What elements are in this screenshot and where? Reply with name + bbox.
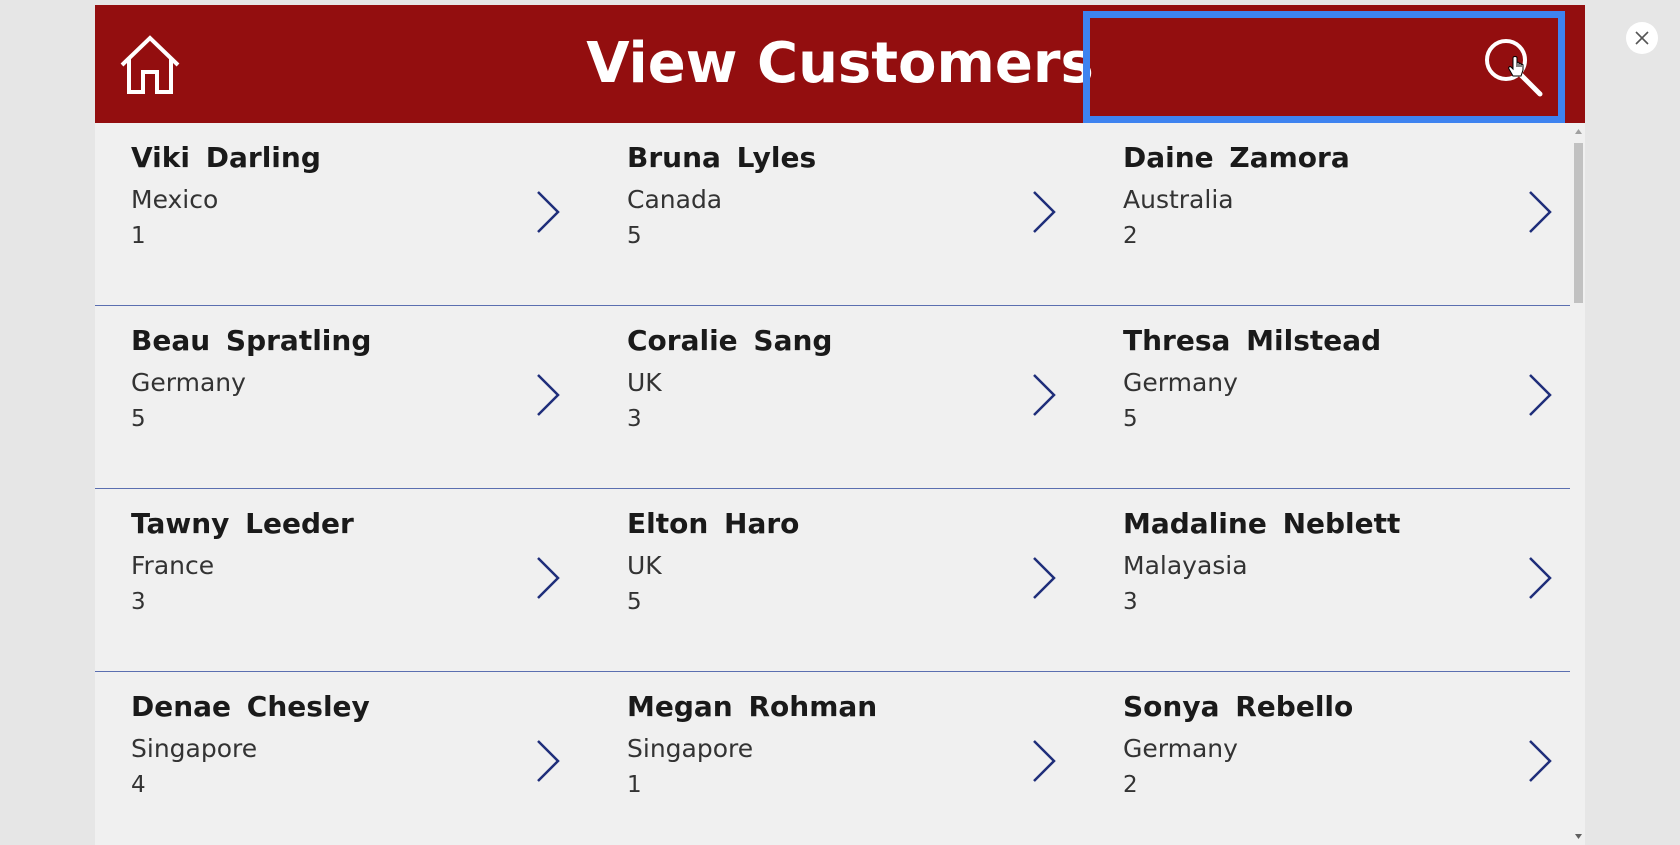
chevron-right-icon[interactable] [535, 372, 561, 418]
customer-card[interactable]: Daine Zamora Australia 2 [1087, 123, 1583, 306]
customer-country: Germany [131, 368, 246, 397]
customer-card[interactable]: Denae Chesley Singapore 4 [95, 672, 591, 845]
customer-name: Bruna Lyles [627, 141, 817, 174]
customer-country: France [131, 551, 215, 580]
gallery-row: Beau Spratling Germany 5 Coralie Sang UK… [95, 306, 1570, 489]
scroll-down-arrow-icon[interactable] [1574, 832, 1583, 841]
customer-count: 1 [131, 223, 146, 249]
home-button[interactable] [117, 32, 183, 98]
customer-gallery[interactable]: Viki Darling Mexico 1 Bruna Lyles Canada… [95, 123, 1570, 845]
customer-country: UK [627, 551, 662, 580]
customer-count: 5 [627, 223, 642, 249]
customer-count: 4 [131, 772, 146, 798]
customer-country: Australia [1123, 185, 1234, 214]
header-bar: View Customers [95, 5, 1585, 123]
customer-count: 3 [1123, 589, 1138, 615]
customer-card[interactable]: Sonya Rebello Germany 2 [1087, 672, 1583, 845]
customer-name: Beau Spratling [131, 324, 372, 357]
customer-count: 1 [627, 772, 642, 798]
customer-card[interactable]: Madaline Neblett Malayasia 3 [1087, 489, 1583, 672]
gallery-scrollbar[interactable] [1572, 123, 1585, 845]
close-icon [1635, 31, 1649, 45]
gallery-row: Tawny Leeder France 3 Elton Haro UK 5 Ma… [95, 489, 1570, 672]
chevron-right-icon[interactable] [1527, 555, 1553, 601]
customer-count: 2 [1123, 772, 1138, 798]
customer-card[interactable]: Viki Darling Mexico 1 [95, 123, 591, 306]
home-icon [120, 35, 180, 94]
customer-name: Sonya Rebello [1123, 690, 1354, 723]
customer-count: 5 [1123, 406, 1138, 432]
customer-name: Thresa Milstead [1123, 324, 1382, 357]
chevron-right-icon[interactable] [535, 555, 561, 601]
customer-name: Coralie Sang [627, 324, 833, 357]
customer-card[interactable]: Coralie Sang UK 3 [591, 306, 1087, 489]
app-window: View Customers Viki Darling Mexico 1 Bru… [95, 5, 1585, 845]
customer-country: Germany [1123, 734, 1238, 763]
scroll-up-arrow-icon[interactable] [1574, 127, 1583, 136]
customer-count: 2 [1123, 223, 1138, 249]
hand-cursor-icon [1507, 56, 1525, 80]
customer-name: Tawny Leeder [131, 507, 354, 540]
chevron-right-icon[interactable] [535, 738, 561, 784]
customer-card[interactable]: Tawny Leeder France 3 [95, 489, 591, 672]
chevron-right-icon[interactable] [535, 189, 561, 235]
customer-name: Daine Zamora [1123, 141, 1350, 174]
customer-country: Singapore [627, 734, 754, 763]
scrollbar-thumb[interactable] [1574, 143, 1583, 303]
customer-name: Elton Haro [627, 507, 800, 540]
customer-card[interactable]: Bruna Lyles Canada 5 [591, 123, 1087, 306]
customer-card[interactable]: Elton Haro UK 5 [591, 489, 1087, 672]
close-button[interactable] [1626, 22, 1658, 54]
customer-country: UK [627, 368, 662, 397]
customer-card[interactable]: Megan Rohman Singapore 1 [591, 672, 1087, 845]
customer-card[interactable]: Thresa Milstead Germany 5 [1087, 306, 1583, 489]
customer-country: Canada [627, 185, 723, 214]
chevron-right-icon[interactable] [1527, 189, 1553, 235]
customer-name: Denae Chesley [131, 690, 370, 723]
gallery-row: Denae Chesley Singapore 4 Megan Rohman S… [95, 672, 1570, 845]
customer-name: Megan Rohman [627, 690, 878, 723]
customer-count: 5 [627, 589, 642, 615]
customer-country: Malayasia [1123, 551, 1248, 580]
customer-name: Madaline Neblett [1123, 507, 1401, 540]
customer-count: 3 [627, 406, 642, 432]
chevron-right-icon[interactable] [1031, 372, 1057, 418]
customer-country: Singapore [131, 734, 258, 763]
chevron-right-icon[interactable] [1527, 372, 1553, 418]
search-input[interactable] [1083, 11, 1565, 123]
customer-count: 3 [131, 589, 146, 615]
customer-card[interactable]: Beau Spratling Germany 5 [95, 306, 591, 489]
chevron-right-icon[interactable] [1031, 738, 1057, 784]
customer-country: Mexico [131, 185, 219, 214]
chevron-right-icon[interactable] [1031, 555, 1057, 601]
gallery-row: Viki Darling Mexico 1 Bruna Lyles Canada… [95, 123, 1570, 306]
chevron-right-icon[interactable] [1031, 189, 1057, 235]
customer-name: Viki Darling [131, 141, 321, 174]
customer-country: Germany [1123, 368, 1238, 397]
chevron-right-icon[interactable] [1527, 738, 1553, 784]
customer-count: 5 [131, 406, 146, 432]
